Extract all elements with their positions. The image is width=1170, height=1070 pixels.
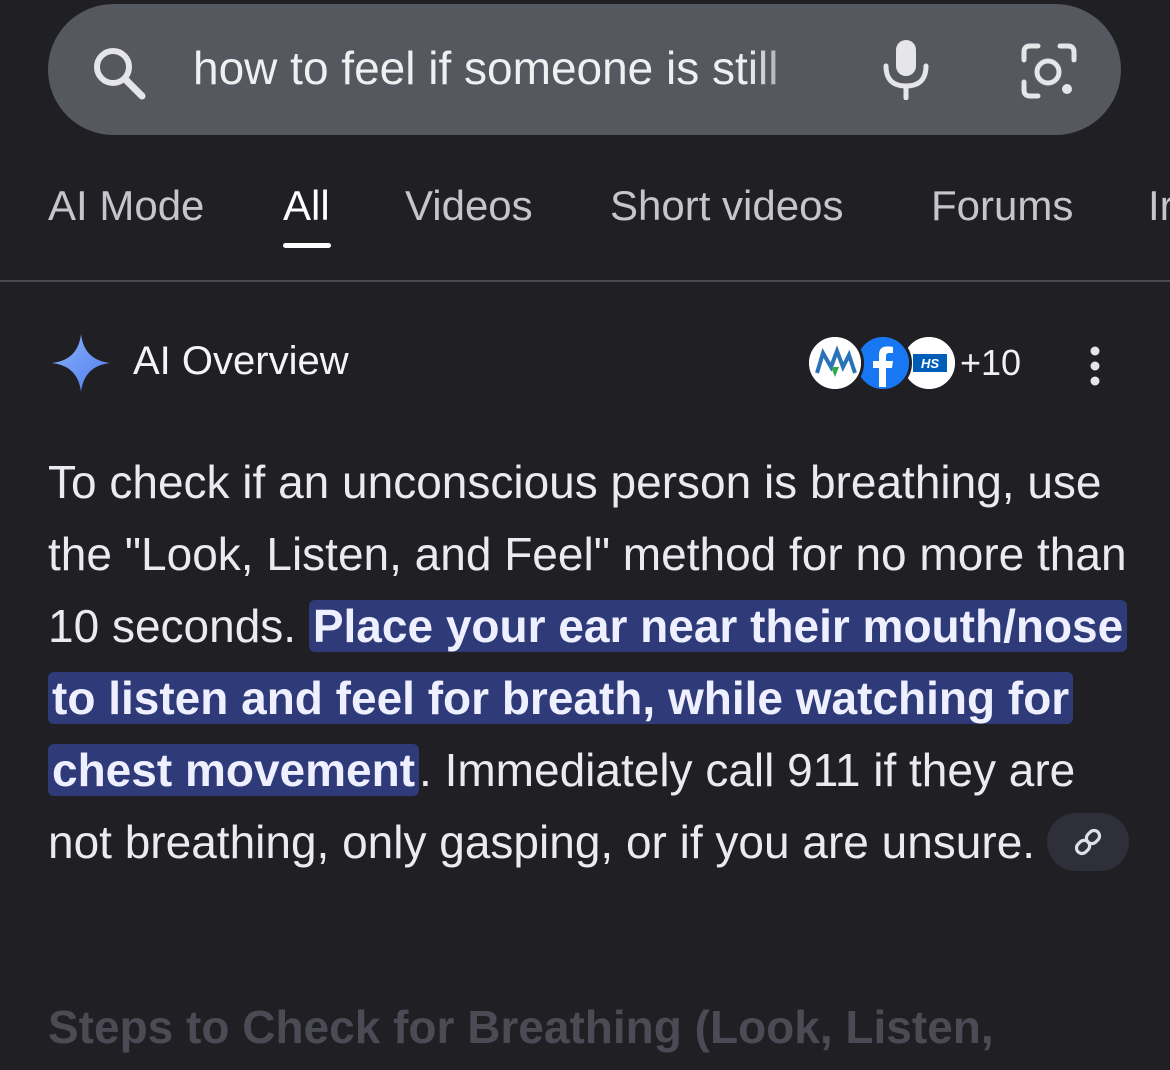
steps-heading: Steps to Check for Breathing (Look, List… — [48, 1001, 994, 1053]
ai-overview-text: To check if an unconscious person is bre… — [48, 446, 1138, 878]
tab-images[interactable]: Ir — [1148, 182, 1170, 230]
search-icon[interactable] — [88, 42, 148, 102]
ai-overview-header: AI Overview HS +10 — [0, 320, 1170, 410]
spark-icon — [52, 334, 110, 392]
link-icon — [1074, 828, 1102, 855]
mic-icon[interactable] — [880, 38, 932, 100]
more-sources-count[interactable]: +10 — [960, 342, 1021, 384]
ai-overview-title: AI Overview — [133, 339, 349, 383]
source-m-logo-icon — [806, 334, 864, 392]
search-input[interactable]: how to feel if someone is still — [193, 38, 823, 98]
lens-icon[interactable] — [1020, 42, 1078, 100]
tab-ai-mode[interactable]: AI Mode — [48, 182, 204, 230]
search-tabs: AI Mode All Videos Short videos Forums I… — [0, 160, 1170, 282]
source-link-button[interactable] — [1047, 812, 1130, 871]
tab-videos[interactable]: Videos — [405, 182, 533, 230]
source-avatars[interactable]: HS — [806, 334, 966, 398]
tab-all[interactable]: All — [283, 182, 330, 230]
kebab-menu-icon[interactable] — [1080, 344, 1110, 388]
active-tab-indicator — [283, 243, 331, 248]
tab-forums[interactable]: Forums — [931, 182, 1073, 230]
tab-short-videos[interactable]: Short videos — [610, 182, 843, 230]
svg-text:HS: HS — [921, 356, 939, 371]
